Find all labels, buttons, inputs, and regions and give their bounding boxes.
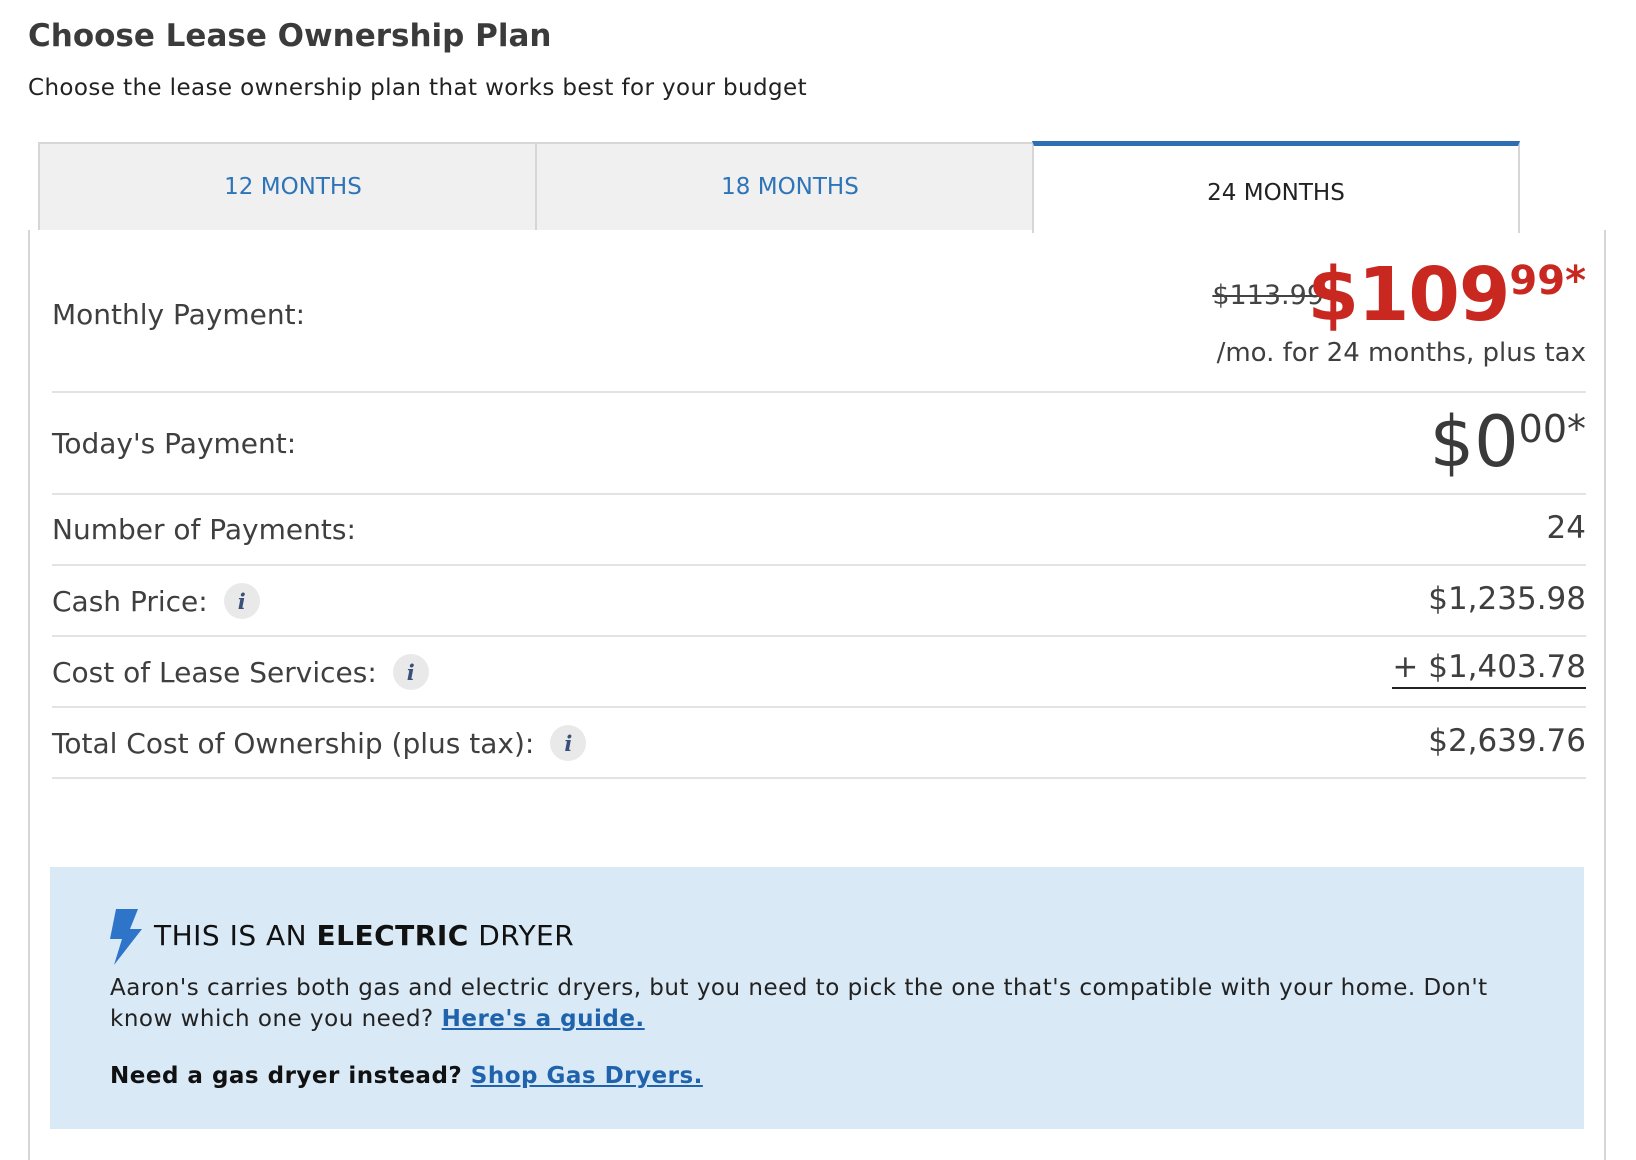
info-icon[interactable]: i	[392, 654, 429, 690]
todays-price: $000*	[1430, 401, 1586, 483]
notice-heading-post: DRYER	[468, 919, 575, 952]
monthly-price-dollars: $109	[1307, 252, 1510, 338]
tab-12-months[interactable]: 12 MONTHS	[38, 142, 548, 230]
lease-services-label-group: Cost of Lease Services: i	[52, 654, 429, 690]
monthly-payment-row: Monthly Payment: $113.99 $10999* /mo. fo…	[52, 230, 1586, 393]
shop-gas-dryers-link[interactable]: Shop Gas Dryers.	[471, 1063, 703, 1089]
number-of-payments-value: 24	[1546, 510, 1586, 546]
lease-services-value: + $1,403.78	[1392, 649, 1586, 689]
todays-payment-label: Today's Payment:	[52, 427, 297, 460]
info-icon[interactable]: i	[223, 583, 260, 619]
electric-dryer-notice: THIS IS AN ELECTRIC DRYER Aaron's carrie…	[50, 867, 1584, 1129]
notice-body-text: Aaron's carries both gas and electric dr…	[110, 975, 1488, 1032]
lightning-bolt-icon	[110, 909, 142, 965]
info-icon[interactable]: i	[550, 725, 587, 761]
number-of-payments-label: Number of Payments:	[52, 513, 356, 546]
cash-price-value: $1,235.98	[1428, 581, 1586, 617]
monthly-payment-label: Monthly Payment:	[52, 298, 306, 331]
notice-heading-bold: ELECTRIC	[316, 919, 469, 952]
todays-price-dollars: $0	[1429, 401, 1519, 483]
cash-price-row: Cash Price: i $1,235.98	[52, 566, 1586, 637]
tab-18-months[interactable]: 18 MONTHS	[535, 142, 1045, 230]
total-cost-label-group: Total Cost of Ownership (plus tax): i	[52, 725, 587, 761]
total-cost-label: Total Cost of Ownership (plus tax):	[52, 726, 535, 760]
todays-payment-row: Today's Payment: $000*	[52, 393, 1586, 495]
notice-heading-pre: THIS IS AN	[154, 919, 317, 952]
lease-services-row: Cost of Lease Services: i + $1,403.78	[52, 637, 1586, 708]
tab-24-months[interactable]: 24 MONTHS	[1032, 141, 1520, 233]
notice-body: Aaron's carries both gas and electric dr…	[110, 973, 1510, 1035]
guide-link[interactable]: Here's a guide.	[442, 1006, 645, 1032]
plan-tabs: 12 MONTHS 18 MONTHS 24 MONTHS	[38, 141, 1594, 233]
total-cost-row: Total Cost of Ownership (plus tax): i $2…	[52, 708, 1586, 779]
monthly-price: $10999*	[1307, 252, 1586, 338]
page-title: Choose Lease Ownership Plan	[28, 18, 552, 54]
monthly-price-cents: 99*	[1509, 258, 1586, 304]
cash-price-label-group: Cash Price: i	[52, 583, 260, 619]
cash-price-label: Cash Price:	[52, 584, 208, 618]
notice-heading: THIS IS AN ELECTRIC DRYER	[154, 919, 574, 952]
todays-price-cents: 00*	[1518, 407, 1586, 451]
monthly-price-note: /mo. for 24 months, plus tax	[1216, 338, 1586, 368]
lease-services-label: Cost of Lease Services:	[52, 655, 377, 689]
notice-footer: Need a gas dryer instead? Shop Gas Dryer…	[110, 1063, 703, 1089]
number-of-payments-row: Number of Payments: 24	[52, 495, 1586, 566]
notice-footer-text: Need a gas dryer instead?	[110, 1063, 471, 1089]
lease-services-amount: + $1,403.78	[1392, 649, 1586, 689]
total-cost-value: $2,639.76	[1428, 723, 1586, 759]
page-subtitle: Choose the lease ownership plan that wor…	[28, 75, 807, 101]
